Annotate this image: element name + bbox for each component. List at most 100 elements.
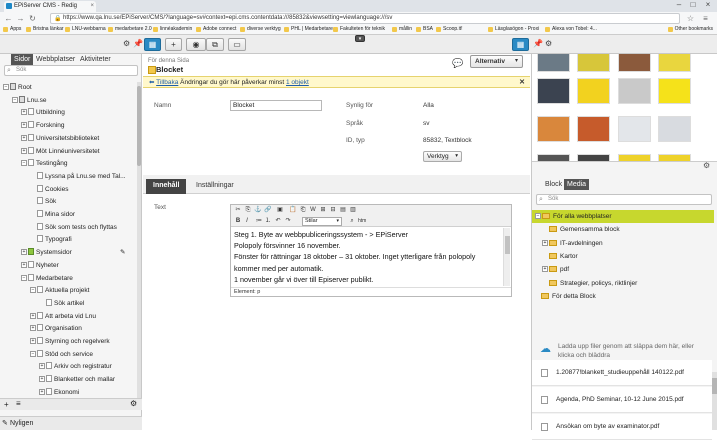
tree-scrollbar[interactable] [137,82,141,399]
tree-node[interactable]: Sök som tests och flyttas [30,222,117,234]
tree-node[interactable]: Mina sidor [30,209,75,221]
rich-text-editor[interactable]: ✂ ⎘ ⚓ 🔗 ▣ 📋 ⎗ W ⊞ ⊟ ▤ ▥ B I ≔ ⒈ ↶ ↷ Stil… [230,204,512,297]
italic-icon[interactable]: I [243,217,251,225]
numbered-list-icon[interactable]: ⒈ [264,217,272,225]
tree-node[interactable]: − Aktuella projekt [30,285,89,297]
expand-icon[interactable]: + [21,249,27,256]
media-thumbnail[interactable] [537,116,570,142]
undo-link[interactable]: Tillbaka [156,79,178,86]
url-input[interactable]: 🔒 https://www.qa.lnu.se/EPiServer/CMS/?l… [50,13,680,24]
add-icon[interactable]: + [165,38,182,51]
media-thumbnail[interactable] [537,154,570,161]
expand-icon[interactable]: + [21,109,27,116]
files-scrollbar[interactable] [712,372,717,430]
bullet-list-icon[interactable]: ≔ [255,217,263,225]
media-thumbnail[interactable] [577,154,610,161]
tree-node[interactable]: + Blanketter och mallar [39,374,115,386]
tree-node[interactable]: + Ekonomi [39,387,79,399]
reload-icon[interactable]: ↻ [28,14,37,23]
tree-node[interactable]: + Forskning [21,120,65,132]
media-folder[interactable]: För detta Block [534,290,596,303]
tree-node[interactable]: Sök artikel [39,298,84,310]
close-icon[interactable]: ✕ [519,77,525,88]
star-icon[interactable]: ☆ [686,14,695,23]
bookmark[interactable]: Alexa von Tobel: 4... [545,25,597,34]
list-menu-icon[interactable]: ≡ [16,399,21,408]
expand-icon[interactable]: + [21,147,27,154]
objects-link[interactable]: 1 objekt [286,79,309,86]
options-dropdown[interactable]: Alternativ ▾ [470,55,523,68]
page-search-input[interactable]: ⌕ Sök [4,65,138,76]
tree-node[interactable]: + Arkiv och registratur [39,361,112,373]
bookmark[interactable]: diverse verktyg [240,25,281,34]
tab-media[interactable]: Media [564,179,590,190]
tree-node[interactable]: Cookies [30,184,68,196]
expand-icon[interactable]: + [39,363,45,370]
tab-settings[interactable]: Inställningar [189,179,241,194]
media-folder[interactable]: Gemensamma block [542,223,620,236]
tree-node[interactable]: + Organisation [30,323,82,335]
close-window-icon[interactable]: × [701,0,715,11]
browser-tab[interactable]: EPiServer CMS - Redig × [4,1,96,12]
view-icon[interactable]: ◉ [186,38,206,51]
pin-icon[interactable]: 📌 [533,39,543,48]
tab-tasks[interactable]: Aktiviteter [77,54,114,65]
tree-node[interactable]: Sök [30,196,56,208]
bookmark[interactable]: Bristna länkar [26,25,64,34]
collapse-icon[interactable]: − [21,274,27,281]
expand-icon[interactable]: + [30,338,36,344]
table-icon[interactable]: ⊞ [319,206,327,214]
tab-content[interactable]: Innehåll [146,179,187,194]
bold-icon[interactable]: B [234,217,242,225]
breadcrumb[interactable]: För denna Sida [148,58,189,64]
maximize-window-icon[interactable]: □ [686,0,700,11]
media-file-item[interactable]: Ansökan om byte av examinator.pdf [532,414,712,440]
minimize-window-icon[interactable]: – [672,0,686,11]
media-thumbnail[interactable] [537,78,570,104]
tree-node[interactable]: + Att arbeta vid Lnu [30,311,96,323]
collapse-icon[interactable]: − [30,350,36,357]
media-thumbnail[interactable] [618,116,651,142]
editor-scrollbar[interactable] [503,228,510,286]
media-folder[interactable]: + pdf [542,263,569,276]
image-icon[interactable]: ▣ [276,206,284,214]
recent-bar[interactable]: ✎ Nyligen [0,416,142,430]
collapse-icon[interactable]: − [535,213,541,219]
tools-dropdown[interactable]: Verktyg ▾ [423,151,462,162]
tab-sites[interactable]: Webbplatser [33,54,78,65]
bookmark[interactable]: Scoop.it! [436,25,462,34]
gear-icon[interactable]: ⚙ [123,39,130,48]
table-row-icon[interactable]: ⊟ [329,206,337,214]
media-file-item[interactable]: 1.20877!blankett_studieuppehåll 140122.p… [532,360,712,386]
redo-icon[interactable]: ↷ [284,217,292,225]
tree-node[interactable]: + Nyheter [21,260,59,272]
tree-node[interactable]: + Möt Linnéuniversitetet [21,146,100,158]
menu-icon[interactable]: ≡ [701,14,710,23]
expand-icon[interactable]: + [30,325,36,332]
tree-node[interactable]: + Utbildning [21,107,65,119]
media-folder[interactable]: Kartor [542,250,578,263]
bookmark[interactable]: Adobe connect [196,25,236,34]
bookmark[interactable]: linnéakademin [153,25,192,34]
other-bookmarks[interactable]: Other bookmarks [667,25,713,34]
search-replace-icon[interactable]: ⌕ [348,217,356,225]
tree-node[interactable]: − Stöd och service [30,349,93,361]
media-thumbnail[interactable] [658,54,691,72]
collapse-icon[interactable]: − [12,96,18,103]
chevron-down-icon[interactable]: ▾ [355,35,365,42]
collapse-icon[interactable]: − [30,287,36,294]
media-thumbnail[interactable] [618,54,651,72]
name-input[interactable]: Blocket [230,100,322,111]
collapse-icon[interactable]: − [21,160,27,167]
visible-for-value[interactable]: Alla [423,102,434,109]
tree-node[interactable]: − Testingång [21,158,67,170]
bookmark[interactable]: Läsglasögon - Proxi [488,25,539,34]
expand-icon[interactable]: + [39,376,45,383]
pencil-icon[interactable]: ✎ [120,247,125,259]
close-tab-icon[interactable]: × [90,1,94,12]
tree-node[interactable]: Lyssna på Lnu.se med Tal... [30,171,126,183]
expand-icon[interactable]: + [21,261,27,268]
tree-node[interactable]: + Systemsidor ✎ [21,247,125,259]
bookmark[interactable]: LNU-webbarna [65,25,106,34]
bookmark[interactable]: Apps [3,25,21,34]
